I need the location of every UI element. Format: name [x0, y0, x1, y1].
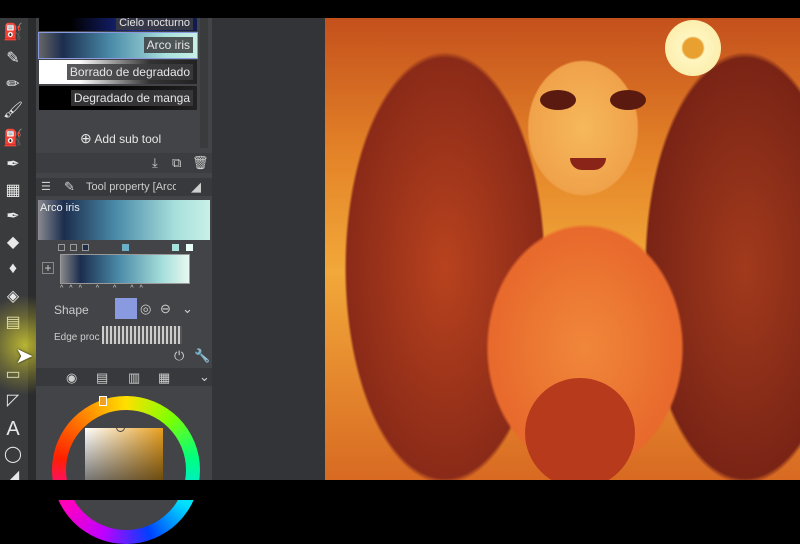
- intermediate-color-tab[interactable]: ▦: [158, 370, 170, 386]
- color-slider-tab[interactable]: ▤: [96, 370, 108, 386]
- mouse-cursor-icon: ➤: [15, 343, 34, 368]
- decoration-icon[interactable]: ✒: [2, 154, 24, 176]
- shape-ellipse-icon[interactable]: ⊖: [160, 301, 171, 317]
- color-panel-tabs: ◉ ▤ ▥ ▦ ⌄: [36, 368, 212, 386]
- blend-drops-icon[interactable]: ♦: [2, 258, 24, 280]
- eye: [610, 90, 646, 110]
- subtool-item[interactable]: Cielo nocturno: [39, 18, 197, 31]
- subtool-actions: ⤓ ⧉ 🗑: [36, 153, 212, 173]
- gradient-preview[interactable]: Arco iris: [38, 200, 210, 240]
- color-wheel-tab[interactable]: ◉: [66, 370, 77, 386]
- chevron-down-icon[interactable]: ⌄: [199, 369, 210, 385]
- fill-icon[interactable]: ⛽: [2, 22, 24, 44]
- wrench-icon[interactable]: 🔧: [194, 348, 210, 364]
- color-set-tab[interactable]: ▥: [128, 370, 140, 386]
- hue-handle[interactable]: [99, 396, 107, 406]
- add-sub-tool-button[interactable]: ⊕ Add sub tool: [80, 130, 161, 147]
- tool-palette: ⛽ ✎ ✏ 🖌 ⛽ ✒ ▦ ✒ ◆ ♦ ◈ ▤ ▭ ◸ A ◯ ◢: [0, 18, 28, 485]
- tool-property-header: ☰ ✎ Tool property [Arco ◢: [36, 178, 212, 196]
- add-stop-icon[interactable]: +: [42, 262, 54, 274]
- shape-label: Shape: [54, 303, 89, 317]
- bottom-bar: [0, 480, 800, 500]
- chevron-down-icon[interactable]: ⌄: [182, 301, 193, 317]
- color-picker-handle[interactable]: [116, 423, 125, 432]
- plus-circle-icon: ⊕: [80, 130, 92, 146]
- subtool-item[interactable]: Degradado de manga: [39, 86, 197, 110]
- canvas-illustration[interactable]: [325, 18, 800, 480]
- gradient-color-stops[interactable]: [58, 244, 193, 252]
- brush-preview-icon[interactable]: ◢: [191, 179, 201, 195]
- opacity-stops[interactable]: ^^^ ^ ^ ^^: [60, 285, 190, 292]
- duplicate-icon[interactable]: ⧉: [172, 155, 181, 171]
- subtool-scrollbar[interactable]: [200, 18, 208, 148]
- balloon-icon[interactable]: ◯: [2, 444, 24, 466]
- flower-icon: [665, 20, 721, 76]
- subtool-item-selected[interactable]: Arco iris: [38, 32, 198, 59]
- shape-linear-button[interactable]: [115, 298, 137, 319]
- pencil-icon[interactable]: ✏: [2, 74, 24, 96]
- sub-tool-panel: Cielo nocturno Arco iris Borrado de degr…: [36, 18, 212, 544]
- mouth: [570, 158, 606, 170]
- reset-icon[interactable]: ⏻: [174, 348, 184, 364]
- blend-icon[interactable]: ✒: [2, 206, 24, 228]
- pattern-icon[interactable]: ▦: [2, 180, 24, 202]
- import-icon[interactable]: ⤓: [152, 155, 158, 171]
- panel-gap: [212, 18, 325, 480]
- brush-icon[interactable]: 🖌: [2, 100, 24, 122]
- eye: [540, 90, 576, 110]
- gradient-tool-icon: ✎: [64, 179, 75, 194]
- trash-icon[interactable]: 🗑: [192, 155, 209, 171]
- gradient-editor-bar[interactable]: [60, 254, 190, 284]
- edge-label: Edge proc: [54, 332, 100, 343]
- edge-process-options[interactable]: [102, 326, 182, 344]
- subtool-item[interactable]: Borrado de degradado: [39, 60, 197, 84]
- pen-icon[interactable]: ✎: [2, 48, 24, 70]
- airbrush-icon[interactable]: ⛽: [2, 128, 24, 150]
- heart-shape: [525, 378, 635, 480]
- menu-icon[interactable]: ☰: [41, 180, 51, 193]
- text-icon[interactable]: A: [2, 418, 24, 440]
- toolbar-scrollbar[interactable]: [28, 18, 36, 480]
- eraser-icon[interactable]: ◆: [2, 232, 24, 254]
- shape-circle-icon[interactable]: ◎: [140, 301, 151, 317]
